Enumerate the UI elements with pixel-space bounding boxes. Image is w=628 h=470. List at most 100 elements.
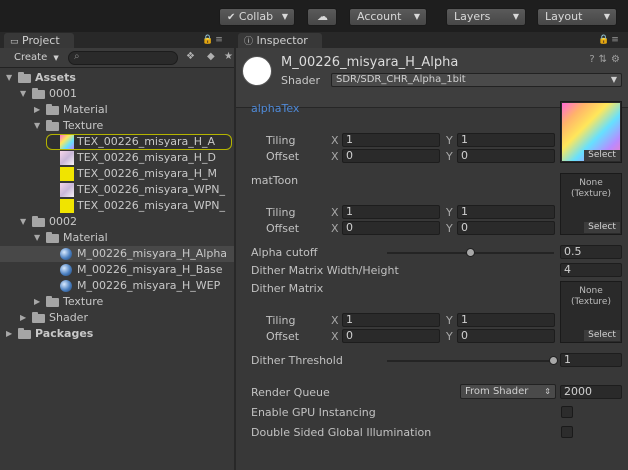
- mattoon-slot[interactable]: None (Texture) Select: [560, 173, 622, 235]
- dither-tiling-x-field[interactable]: 1: [342, 313, 440, 327]
- collab-button[interactable]: ✔ Collab ▼: [219, 8, 295, 26]
- alphatex-offset-y-label: Y: [446, 150, 453, 163]
- dither-wh-field[interactable]: 4: [560, 263, 622, 277]
- folder-icon: [46, 104, 59, 115]
- tree-item-label: M_00226_misyara_H_WEP: [77, 279, 221, 292]
- collapsed-arrow-icon[interactable]: ▶: [34, 102, 44, 118]
- expanded-arrow-icon[interactable]: ▼: [6, 70, 16, 86]
- alphatex-offset-x-field[interactable]: 0: [342, 149, 440, 163]
- settings-icon[interactable]: ⚙: [611, 54, 624, 65]
- tree-folder[interactable]: ▶ Shader: [0, 310, 234, 326]
- tree-texture[interactable]: TEX_00226_misyara_H_M: [0, 166, 234, 182]
- info-icon: ⓘ: [244, 37, 254, 47]
- collapsed-arrow-icon[interactable]: ▶: [6, 326, 16, 342]
- header-icons[interactable]: ?⇅⚙: [589, 54, 624, 65]
- create-dropdown[interactable]: Create ▼: [6, 51, 60, 65]
- tree-folder[interactable]: ▶ Packages: [0, 326, 234, 342]
- dither-matrix-select-button[interactable]: Select: [584, 330, 620, 341]
- dither-threshold-field[interactable]: 1: [560, 353, 622, 367]
- mattoon-tiling-x-field[interactable]: 1: [342, 205, 440, 219]
- tab-inspector[interactable]: ⓘ Inspector: [238, 33, 322, 49]
- shader-dropdown[interactable]: SDR/SDR_CHR_Alpha_1bit ▼: [331, 73, 622, 87]
- cloud-icon: ☁: [317, 10, 328, 23]
- material-icon: [60, 280, 72, 292]
- tree-folder[interactable]: ▶ Material: [0, 102, 234, 118]
- filter-by-type-icon[interactable]: ❖: [186, 51, 195, 62]
- tree-texture[interactable]: TEX_00226_misyara_H_D: [0, 150, 234, 166]
- filter-by-label-icon[interactable]: ◆: [207, 51, 215, 62]
- favorite-icon[interactable]: ★: [224, 51, 233, 62]
- tree-texture[interactable]: TEX_00226_misyara_H_A: [0, 134, 234, 150]
- mattoon-select-button[interactable]: Select: [584, 222, 620, 233]
- dither-offset-x-field[interactable]: 0: [342, 329, 440, 343]
- tree-folder[interactable]: ▼ Texture: [0, 118, 234, 134]
- alphatex-tiling-y-field[interactable]: 1: [457, 133, 555, 147]
- mattoon-offset-x-field[interactable]: 0: [342, 221, 440, 235]
- gpu-instancing-label: Enable GPU Instancing: [251, 406, 376, 419]
- expanded-arrow-icon[interactable]: ▼: [34, 118, 44, 134]
- texture-thumbnail-icon: [60, 199, 74, 213]
- dither-threshold-slider-track[interactable]: [387, 360, 554, 362]
- tree-texture[interactable]: TEX_00226_misyara_WPN_: [0, 198, 234, 214]
- alpha-cutoff-field[interactable]: 0.5: [560, 245, 622, 259]
- dither-offset-x-label: X: [331, 330, 339, 343]
- alphatex-tiling-label: Tiling: [266, 134, 296, 147]
- render-queue-mode-value: From Shader: [465, 386, 529, 397]
- collapsed-arrow-icon[interactable]: ▶: [20, 310, 30, 326]
- collapsed-arrow-icon[interactable]: ▶: [34, 294, 44, 310]
- create-label: Create: [14, 52, 48, 63]
- mattoon-tiling-y-field[interactable]: 1: [457, 205, 555, 219]
- dither-offset-y-field[interactable]: 0: [457, 329, 555, 343]
- preset-icon[interactable]: ⇅: [599, 54, 611, 65]
- mattoon-label: matToon: [251, 174, 299, 187]
- folder-icon: [46, 120, 59, 131]
- tree-folder[interactable]: ▶ Texture: [0, 294, 234, 310]
- double-sided-gi-label: Double Sided Global Illumination: [251, 426, 432, 439]
- dither-matrix-slot[interactable]: None (Texture) Select: [560, 281, 622, 343]
- folder-icon: [32, 312, 45, 323]
- alphatex-select-button[interactable]: Select: [584, 150, 620, 161]
- alphatex-offset-y-field[interactable]: 0: [457, 149, 555, 163]
- tree-item-label: Texture: [63, 119, 104, 132]
- double-sided-gi-checkbox[interactable]: [561, 426, 573, 438]
- expanded-arrow-icon[interactable]: ▼: [34, 230, 44, 246]
- tab-inspector-label: Inspector: [256, 34, 308, 47]
- tree-material[interactable]: M_00226_misyara_H_Base: [0, 262, 234, 278]
- tree-material[interactable]: M_00226_misyara_H_WEP: [0, 278, 234, 294]
- panel-menu-icons[interactable]: 🔒≡: [598, 35, 621, 45]
- chevron-down-icon: ▼: [512, 12, 519, 21]
- mattoon-offset-y-field[interactable]: 0: [457, 221, 555, 235]
- alphatex-tiling-x-field[interactable]: 1: [342, 133, 440, 147]
- gpu-instancing-checkbox[interactable]: [561, 406, 573, 418]
- tree-folder[interactable]: ▼ Assets: [0, 70, 234, 86]
- tree-material[interactable]: M_00226_misyara_H_Alpha: [0, 246, 234, 262]
- layout-dropdown[interactable]: Layout ▼: [537, 8, 617, 26]
- layers-dropdown[interactable]: Layers ▼: [446, 8, 526, 26]
- tree-texture[interactable]: TEX_00226_misyara_WPN_: [0, 182, 234, 198]
- dither-threshold-slider-thumb[interactable]: [549, 356, 558, 365]
- mattoon-offset-x-label: X: [331, 222, 339, 235]
- dither-tiling-y-field[interactable]: 1: [457, 313, 555, 327]
- panel-menu-icons[interactable]: 🔒≡: [202, 35, 225, 45]
- tree-folder[interactable]: ▼ 0001: [0, 86, 234, 102]
- expanded-arrow-icon[interactable]: ▼: [20, 86, 30, 102]
- tree-item-label: Texture: [63, 295, 104, 308]
- alphatex-tiling-x-label: X: [331, 134, 339, 147]
- tree-item-label: TEX_00226_misyara_WPN_: [77, 199, 225, 212]
- expanded-arrow-icon[interactable]: ▼: [20, 214, 30, 230]
- top-toolbar: ✔ Collab ▼ ☁ Account ▼ Layers ▼ Layout ▼: [0, 0, 628, 32]
- account-dropdown[interactable]: Account ▼: [349, 8, 427, 26]
- dither-tiling-x-label: X: [331, 314, 339, 327]
- texture-thumbnail-icon: [60, 151, 74, 165]
- render-queue-field[interactable]: 2000: [560, 385, 622, 399]
- render-queue-mode-dropdown[interactable]: From Shader ⇕: [460, 384, 556, 399]
- cloud-button[interactable]: ☁: [307, 8, 337, 26]
- alpha-cutoff-slider-thumb[interactable]: [465, 248, 475, 257]
- search-input[interactable]: ⌕: [68, 51, 178, 65]
- alphatex-slot[interactable]: Select: [560, 101, 622, 163]
- chevron-down-icon: ▼: [610, 75, 617, 84]
- tree-folder[interactable]: ▼ 0002: [0, 214, 234, 230]
- tree-folder[interactable]: ▼ Material: [0, 230, 234, 246]
- tab-project[interactable]: ▭ Project: [4, 33, 74, 49]
- help-icon[interactable]: ?: [589, 54, 598, 65]
